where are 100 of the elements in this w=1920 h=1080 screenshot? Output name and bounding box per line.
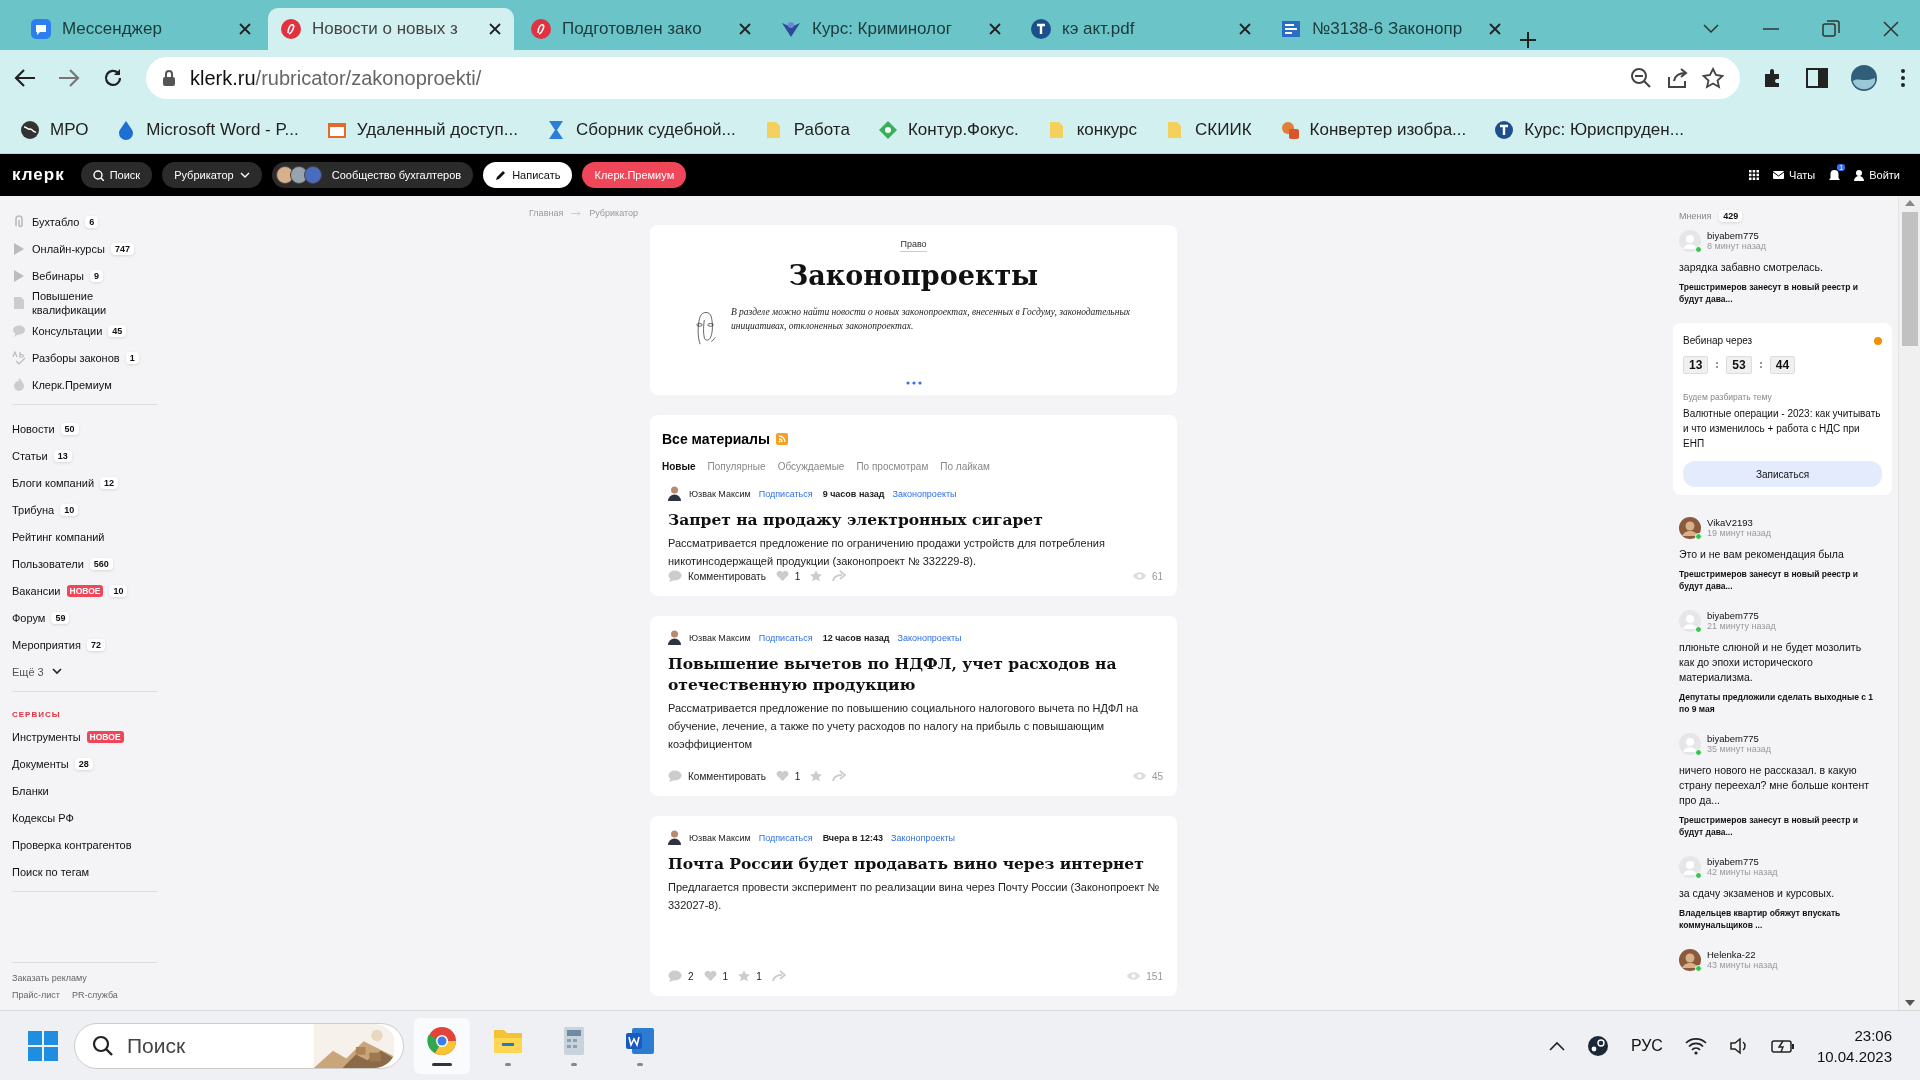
sidebar-link[interactable]: Статьи (12, 448, 48, 463)
bookmark[interactable]: МРО (20, 119, 89, 140)
chats-link[interactable]: Чаты (1773, 169, 1816, 181)
bookmark[interactable]: конкурс (1046, 119, 1138, 140)
wifi-icon[interactable] (1684, 1036, 1707, 1055)
sidebar-link[interactable]: Новости (12, 421, 55, 436)
sort-tab[interactable]: По лайкам (940, 461, 990, 472)
more-link[interactable]: Ещё 3 (12, 658, 157, 685)
sidebar-link[interactable]: Консультации (32, 323, 103, 338)
reload-icon[interactable] (102, 67, 124, 89)
plus-icon[interactable] (1518, 30, 1538, 50)
close-icon[interactable] (1238, 22, 1252, 36)
user-name[interactable]: Helenka-22 (1707, 949, 1778, 960)
like-button[interactable]: 1 (703, 970, 729, 982)
browser-tab[interactable]: №3138-6 Законопр (1268, 8, 1514, 50)
article-link[interactable]: Трешстримеров занесут в новый реестр и будут дава... (1679, 281, 1890, 305)
site-logo[interactable]: клерк (12, 165, 65, 185)
author-name[interactable]: Юзвак Максим (689, 832, 751, 843)
author-name[interactable]: Юзвак Максим (689, 488, 751, 499)
close-icon[interactable] (1882, 20, 1900, 38)
user-name[interactable]: biyabem775 (1707, 856, 1778, 867)
bookmark[interactable]: Конвертер изобра... (1279, 119, 1467, 140)
subscribe-link[interactable]: Подписаться (758, 488, 813, 499)
clock-time[interactable]: 23:06 (1854, 1026, 1892, 1044)
webinar-topic[interactable]: Валютные операции - 2023: как учитывать и что изменилось + работа с НДС при ЕНП (1683, 406, 1882, 451)
search-button[interactable]: Поиск (80, 162, 153, 188)
register-button[interactable]: Записаться (1683, 461, 1882, 487)
browser-tab[interactable]: кэ акт.pdf (1018, 8, 1264, 50)
sort-tab[interactable]: Популярные (707, 461, 766, 472)
clock-date[interactable]: 10.04.2023 (1816, 1047, 1892, 1065)
sidebar-link[interactable]: Инструменты (12, 729, 81, 744)
comment-button[interactable]: Комментировать (668, 770, 766, 782)
more-icon[interactable] (905, 381, 922, 385)
sidebar-link[interactable]: Пользователи (12, 556, 84, 571)
close-icon[interactable] (988, 22, 1002, 36)
sidebar-link[interactable]: Вебинары (32, 268, 84, 283)
article-link[interactable]: Владельцев квартир обяжут впускать коммунальщиков ... (1679, 907, 1890, 931)
sidebar-link[interactable]: Разборы законов (32, 350, 120, 365)
rubric-link[interactable]: Законопроекты (891, 832, 956, 843)
article-title[interactable]: Повышение вычетов по НДФЛ, учет расходов на отечественную продукцию (668, 653, 1163, 695)
community-button[interactable]: Сообщество бухгалтеров (271, 162, 474, 188)
write-button[interactable]: Написать (483, 162, 573, 188)
speaker-icon[interactable] (1728, 1036, 1749, 1055)
taskbar-app[interactable] (414, 1017, 470, 1074)
article-title[interactable]: Почта России будет продавать вино через интернет (668, 853, 1163, 874)
start-icon[interactable] (28, 1030, 58, 1061)
sidebar-link[interactable]: Клерк.Премиум (32, 377, 112, 392)
zoom-out-icon[interactable] (1630, 67, 1652, 89)
sidebar-link[interactable]: Мероприятия (12, 637, 81, 652)
close-icon[interactable] (238, 22, 252, 36)
user-name[interactable]: biyabem775 (1707, 733, 1772, 744)
bookmark[interactable]: Контур.Фокус. (877, 119, 1019, 140)
browser-tab[interactable]: Курс: Криминолог (768, 8, 1014, 50)
favorite-button[interactable]: 1 (738, 970, 762, 982)
login-link[interactable]: Войти (1854, 169, 1900, 181)
bookmark[interactable]: Сборник судебной... (545, 119, 736, 140)
article-link[interactable]: Депутаты предложили сделать выходные с 1 по 9 мая (1679, 691, 1890, 715)
user-name[interactable]: biyabem775 (1707, 230, 1767, 241)
scrollbar[interactable] (1898, 196, 1920, 1010)
scroll-down-icon[interactable] (1904, 1000, 1915, 1006)
bookmark[interactable]: Работа (763, 119, 850, 140)
sidebar-link[interactable]: Кодексы РФ (12, 810, 74, 825)
sort-tab[interactable]: Новые (662, 461, 696, 472)
comment-button[interactable]: 2 (668, 970, 694, 982)
rubric-link[interactable]: Законопроекты (897, 632, 962, 643)
author-name[interactable]: Юзвак Максим (689, 632, 751, 643)
like-button[interactable]: 1 (775, 770, 801, 782)
sidebar-link[interactable]: Вакансии (12, 583, 61, 598)
close-icon[interactable] (738, 22, 752, 36)
sidebar-link[interactable]: Трибуна (12, 502, 55, 517)
star-icon[interactable] (1702, 67, 1724, 89)
user-name[interactable]: biyabem775 (1707, 610, 1776, 621)
sidebar-link[interactable]: Бухтабло (32, 214, 80, 229)
share-icon[interactable] (1666, 67, 1688, 89)
chevron-down-icon[interactable] (1702, 23, 1720, 35)
side-panel-icon[interactable] (1806, 68, 1828, 88)
subscribe-link[interactable]: Подписаться (758, 832, 813, 843)
sidebar-link[interactable]: Проверка контрагентов (12, 837, 132, 852)
footer-link[interactable]: Заказать рекламу (12, 973, 157, 983)
profile-avatar-icon[interactable] (1850, 64, 1878, 92)
browser-tab[interactable]: Подготовлен зако (518, 8, 764, 50)
sort-tab[interactable]: По просмотрам (856, 461, 929, 472)
user-name[interactable]: VikaV2193 (1707, 517, 1772, 528)
bookmark[interactable]: СКИИК (1165, 119, 1252, 140)
browser-tab[interactable]: Мессенджер (18, 8, 264, 50)
sidebar-link[interactable]: Бланки (12, 783, 49, 798)
battery-icon[interactable] (1770, 1037, 1795, 1054)
bookmark[interactable]: Удаленный доступ... (326, 119, 518, 140)
browser-tab[interactable]: Новости о новых з (268, 8, 514, 50)
sidebar-link[interactable]: Рейтинг компаний (12, 529, 105, 544)
sort-tab[interactable]: Обсуждаемые (777, 461, 845, 472)
scroll-up-icon[interactable] (1904, 200, 1915, 206)
sidebar-link[interactable]: Онлайн-курсы (32, 241, 105, 256)
article-link[interactable]: Трешстримеров занесут в новый реестр и будут дава... (1679, 568, 1890, 592)
sidebar-link[interactable]: Форум (12, 610, 46, 625)
back-icon[interactable] (14, 68, 36, 88)
comment-button[interactable]: Комментировать (668, 570, 766, 582)
bookmark[interactable]: Microsoft Word - P... (116, 119, 299, 140)
address-bar[interactable]: klerk.ru/rubricator/zakonoproekti/ (146, 57, 1740, 99)
premium-button[interactable]: Клерк.Премиум (582, 162, 687, 188)
